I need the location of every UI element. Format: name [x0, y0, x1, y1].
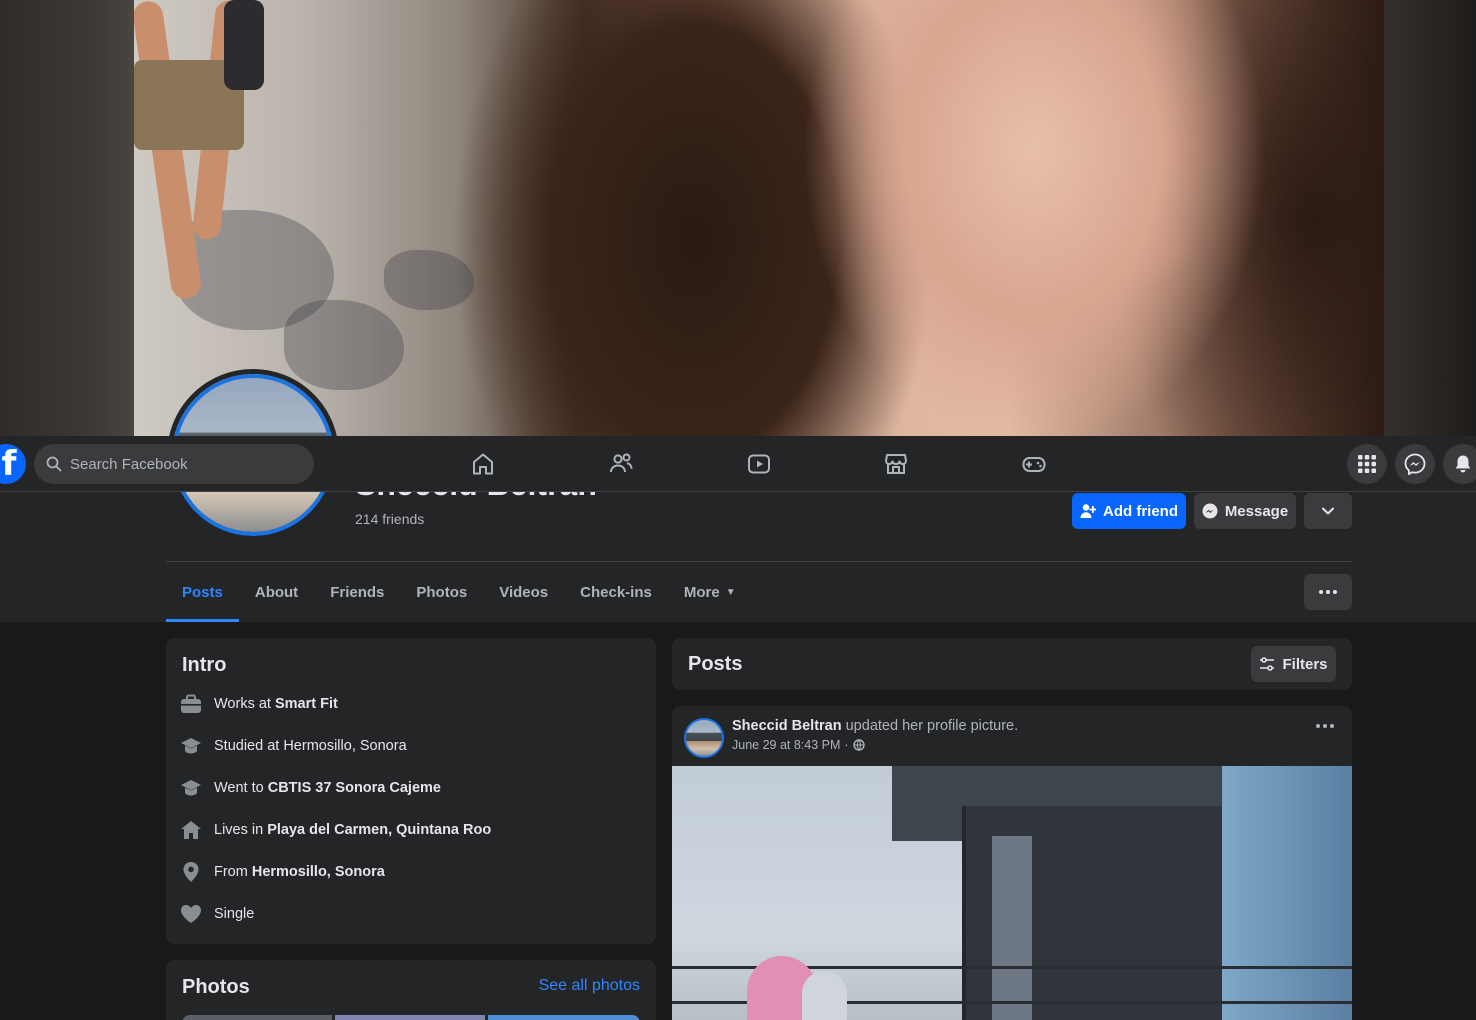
menu-grid-icon: [1358, 455, 1376, 473]
post-meta-separator: ·: [844, 738, 849, 752]
post-card: Sheccid Beltran updated her profile pict…: [672, 706, 1352, 1020]
add-friend-label: Add friend: [1103, 502, 1178, 520]
tab-more[interactable]: More ▼: [668, 562, 752, 622]
tab-photos[interactable]: Photos: [400, 562, 483, 622]
nav-watch[interactable]: [703, 436, 815, 492]
post-meta: June 29 at 8:43 PM ·: [732, 738, 865, 752]
more-dots-icon: [1319, 590, 1337, 594]
location-pin-icon: [180, 861, 202, 883]
menu-button[interactable]: [1347, 444, 1387, 484]
briefcase-icon: [180, 693, 202, 715]
intro-item-studied: Studied at Hermosillo, Sonora: [180, 734, 407, 758]
search-icon: [46, 456, 62, 472]
intro-card: Intro Works at Smart Fit Studied at Herm…: [166, 638, 656, 944]
photo-thumbnail[interactable]: [488, 1015, 640, 1020]
message-button[interactable]: Message: [1194, 493, 1296, 529]
post-header: Sheccid Beltran updated her profile pict…: [732, 718, 1018, 734]
intro-item-prefix: From: [214, 864, 252, 880]
tab-friends[interactable]: Friends: [314, 562, 400, 622]
message-label: Message: [1224, 502, 1289, 520]
intro-item-highlight[interactable]: Playa del Carmen, Quintana Roo: [267, 822, 491, 838]
add-friend-button[interactable]: Add friend: [1072, 493, 1186, 529]
intro-item-prefix: Went to: [214, 780, 268, 796]
post-timestamp[interactable]: June 29 at 8:43 PM: [732, 738, 840, 752]
home-location-icon: [180, 819, 202, 841]
intro-item-lives-in: Lives in Playa del Carmen, Quintana Roo: [180, 818, 491, 842]
messenger-icon: [1202, 503, 1218, 519]
intro-item-prefix: Single: [214, 906, 255, 922]
messenger-button[interactable]: [1395, 444, 1435, 484]
tab-posts[interactable]: Posts: [166, 562, 239, 622]
intro-item-went-to: Went to CBTIS 37 Sonora Cajeme: [180, 776, 441, 800]
add-friend-icon: [1080, 504, 1096, 518]
search-input[interactable]: [70, 455, 290, 473]
profile-tabs: Posts About Friends Photos Videos Check-…: [166, 562, 752, 622]
tab-more-label: More: [683, 583, 720, 601]
intro-item-work: Works at Smart Fit: [180, 692, 338, 716]
tab-check-ins[interactable]: Check-ins: [564, 562, 668, 622]
facebook-logo-icon[interactable]: f: [0, 444, 26, 484]
tab-videos[interactable]: Videos: [483, 562, 564, 622]
graduation-cap-icon: [180, 735, 202, 757]
intro-item-highlight[interactable]: Hermosillo, Sonora: [252, 864, 385, 880]
intro-item-prefix: Studied at Hermosillo, Sonora: [214, 738, 407, 754]
notifications-button[interactable]: [1443, 444, 1476, 484]
globe-icon: [852, 739, 865, 751]
posts-title: Posts: [688, 653, 743, 675]
search-box[interactable]: [34, 444, 314, 484]
chevron-down-icon: [1322, 507, 1334, 515]
post-action-text: updated her profile picture.: [841, 718, 1019, 734]
photos-title: Photos: [182, 976, 250, 998]
filters-icon: [1260, 657, 1275, 671]
intro-item-from: From Hermosillo, Sonora: [180, 860, 385, 884]
graduation-cap-icon: [180, 777, 202, 799]
photo-thumbnail[interactable]: [182, 1015, 332, 1020]
photos-card: Photos See all photos: [166, 960, 656, 1020]
intro-item-relationship: Single: [180, 902, 254, 926]
profile-options-button[interactable]: [1304, 574, 1352, 610]
nav-gaming[interactable]: [978, 436, 1090, 492]
friends-count[interactable]: 214 friends: [355, 511, 424, 527]
marketplace-icon: [885, 454, 907, 474]
top-navigation: f: [0, 436, 1476, 492]
home-icon: [473, 453, 493, 475]
heart-icon: [180, 903, 202, 925]
filters-button[interactable]: Filters: [1251, 646, 1336, 682]
posts-header-card: Posts Filters: [672, 638, 1352, 690]
nav-home[interactable]: [427, 436, 539, 492]
see-all-photos-link[interactable]: See all photos: [539, 977, 640, 995]
gaming-icon: [1022, 457, 1046, 472]
post-author-avatar[interactable]: [684, 718, 724, 758]
more-actions-button[interactable]: [1304, 493, 1352, 529]
friends-icon: [610, 453, 633, 473]
post-author-name[interactable]: Sheccid Beltran: [732, 718, 842, 734]
caret-down-icon: ▼: [725, 586, 736, 598]
intro-item-highlight[interactable]: CBTIS 37 Sonora Cajeme: [268, 780, 441, 796]
post-options-button[interactable]: [1316, 724, 1334, 728]
filters-label: Filters: [1282, 655, 1328, 673]
post-image[interactable]: [672, 766, 1352, 1020]
intro-item-prefix: Lives in: [214, 822, 268, 838]
bell-icon: [1455, 455, 1471, 473]
intro-item-prefix: Works at: [214, 696, 275, 712]
cover-area: [0, 0, 1476, 436]
tab-about[interactable]: About: [239, 562, 314, 622]
intro-title: Intro: [182, 654, 227, 676]
messenger-icon: [1404, 453, 1426, 475]
photo-thumbnail[interactable]: [335, 1015, 485, 1020]
watch-icon: [748, 454, 770, 474]
nav-marketplace[interactable]: [840, 436, 952, 492]
cover-photo[interactable]: [134, 0, 1384, 436]
nav-friends[interactable]: [565, 436, 677, 492]
intro-item-highlight[interactable]: Smart Fit: [275, 696, 338, 712]
